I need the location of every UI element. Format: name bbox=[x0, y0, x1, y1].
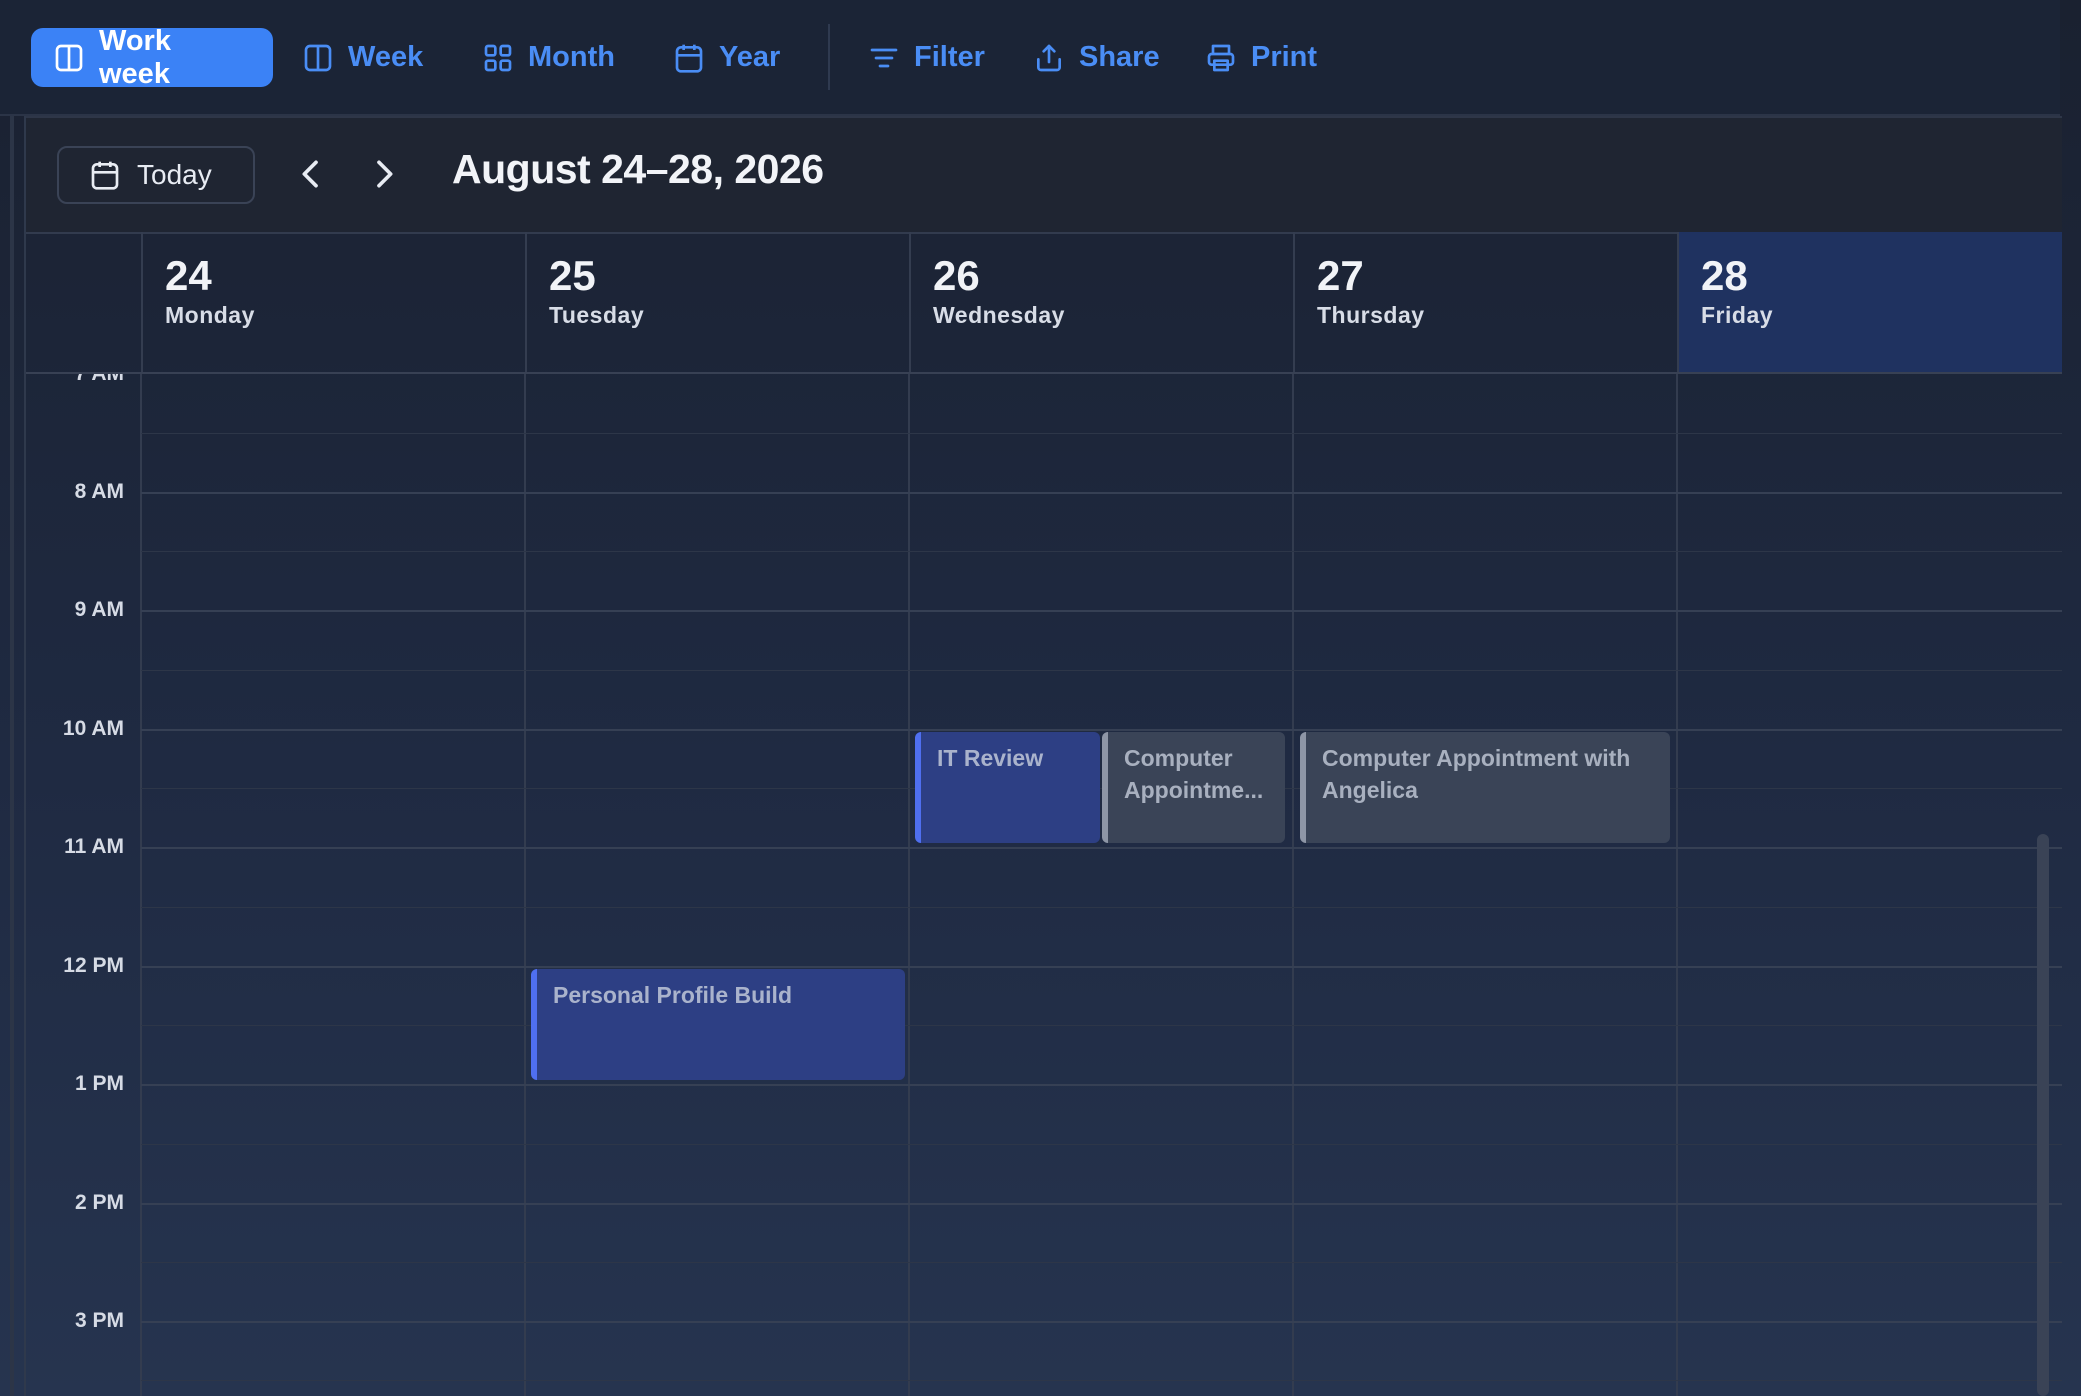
day-name: Monday bbox=[165, 302, 255, 328]
event-computer-appointment[interactable]: Computer Appointme... bbox=[1102, 732, 1285, 843]
time-label: 11 AM bbox=[64, 835, 124, 858]
share-button[interactable]: Share bbox=[1011, 28, 1190, 87]
calendar-icon bbox=[91, 161, 119, 190]
time-label: 9 AM bbox=[74, 598, 124, 621]
day-header-friday[interactable]: 28 Friday bbox=[1677, 232, 2062, 372]
time-label: 10 AM bbox=[62, 717, 124, 740]
day-header-tuesday[interactable]: 25 Tuesday bbox=[525, 232, 908, 372]
date-range-title: August 24–28, 2026 bbox=[452, 146, 824, 192]
day-name: Wednesday bbox=[933, 302, 1065, 328]
today-label: Today bbox=[137, 159, 212, 190]
half-hour-line bbox=[141, 1025, 2062, 1026]
hour-line bbox=[141, 492, 2062, 494]
day-name: Tuesday bbox=[549, 302, 645, 328]
time-label: 1 PM bbox=[74, 1072, 124, 1095]
half-hour-line bbox=[141, 907, 2062, 908]
hour-line bbox=[141, 1321, 2062, 1323]
half-hour-line bbox=[141, 433, 2062, 434]
today-button[interactable]: Today bbox=[57, 146, 255, 204]
work-week-label: Work week bbox=[99, 24, 171, 90]
event-title: Computer Appointme... bbox=[1124, 745, 1264, 803]
day-header-thursday[interactable]: 27 Thursday bbox=[1293, 232, 1676, 372]
year-view-button[interactable]: Year bbox=[651, 28, 810, 87]
day-header-wednesday[interactable]: 26 Wednesday bbox=[909, 232, 1292, 372]
day-header-monday[interactable]: 24 Monday bbox=[141, 232, 524, 372]
filter-button[interactable]: Filter bbox=[846, 28, 1015, 87]
chevron-right-icon[interactable] bbox=[364, 154, 404, 194]
day-number: 25 bbox=[549, 252, 596, 299]
toolbar-divider bbox=[828, 24, 830, 90]
hour-line bbox=[141, 966, 2062, 968]
share-label: Share bbox=[1079, 41, 1160, 73]
time-label: 2 PM bbox=[74, 1191, 124, 1214]
event-title: Personal Profile Build bbox=[553, 982, 792, 1008]
half-hour-line bbox=[141, 670, 2062, 671]
calendar-nav: Today August 24–28, 2026 bbox=[26, 116, 2062, 234]
columns-icon bbox=[304, 44, 332, 71]
month-view-button[interactable]: Month bbox=[460, 28, 645, 87]
event-personal-profile-build[interactable]: Personal Profile Build bbox=[531, 969, 905, 1080]
time-label: 8 AM bbox=[74, 480, 124, 503]
print-label: Print bbox=[1251, 41, 1318, 73]
printer-icon bbox=[1207, 44, 1235, 71]
day-number: 26 bbox=[933, 252, 980, 299]
event-title: Computer Appointment with Angelica bbox=[1322, 745, 1631, 803]
filter-icon bbox=[870, 48, 898, 67]
share-icon bbox=[1037, 44, 1061, 71]
day-name: Thursday bbox=[1317, 302, 1425, 328]
event-it-review[interactable]: IT Review bbox=[915, 732, 1100, 843]
time-label: 12 PM bbox=[63, 954, 124, 977]
half-hour-line bbox=[141, 551, 2062, 552]
calendar-panel: Today August 24–28, 2026 24 Monday 25 Tu… bbox=[24, 116, 2062, 1396]
half-hour-line bbox=[141, 1144, 2062, 1145]
event-title: IT Review bbox=[937, 745, 1044, 771]
time-label: 3 PM bbox=[74, 1309, 124, 1332]
sidebar-edge bbox=[10, 116, 14, 1396]
year-label: Year bbox=[719, 41, 781, 73]
week-view-button[interactable]: Week bbox=[280, 28, 453, 87]
event-computer-appointment-angelica[interactable]: Computer Appointment with Angelica bbox=[1300, 732, 1670, 843]
hour-line bbox=[141, 1203, 2062, 1205]
print-button[interactable]: Print bbox=[1183, 28, 1347, 87]
hour-line bbox=[141, 729, 2062, 731]
day-headers: 24 Monday 25 Tuesday 26 Wednesday 27 Thu… bbox=[26, 232, 2062, 374]
day-number: 28 bbox=[1701, 252, 1748, 299]
vertical-scrollbar[interactable] bbox=[2037, 834, 2049, 1396]
column-divider bbox=[1292, 374, 1294, 1396]
time-label: 7 AM bbox=[26, 374, 124, 386]
half-hour-line bbox=[141, 1380, 2062, 1381]
column-divider bbox=[140, 374, 142, 1396]
column-divider bbox=[1676, 374, 1678, 1396]
grid-icon bbox=[484, 44, 512, 71]
half-hour-line bbox=[141, 1262, 2062, 1263]
chevron-left-icon[interactable] bbox=[291, 154, 331, 194]
time-grid[interactable]: 7 AM 8 AM 9 AM 10 AM 11 AM 12 PM 1 PM 2 … bbox=[26, 374, 2062, 1396]
column-divider bbox=[524, 374, 526, 1396]
work-week-view-button[interactable]: Work week bbox=[31, 25, 273, 90]
view-toolbar: Work week Week Month Year Filter Share P… bbox=[0, 0, 2060, 116]
week-label: Week bbox=[348, 41, 424, 73]
filter-label: Filter bbox=[914, 41, 985, 73]
column-divider bbox=[908, 374, 910, 1396]
day-number: 27 bbox=[1317, 252, 1364, 299]
hour-line bbox=[141, 610, 2062, 612]
columns-icon bbox=[55, 44, 83, 71]
hour-line bbox=[141, 1084, 2062, 1086]
calendar-icon bbox=[675, 44, 703, 73]
day-name: Friday bbox=[1701, 302, 1774, 328]
hour-line bbox=[141, 847, 2062, 849]
month-label: Month bbox=[528, 41, 615, 73]
day-number: 24 bbox=[165, 252, 212, 299]
